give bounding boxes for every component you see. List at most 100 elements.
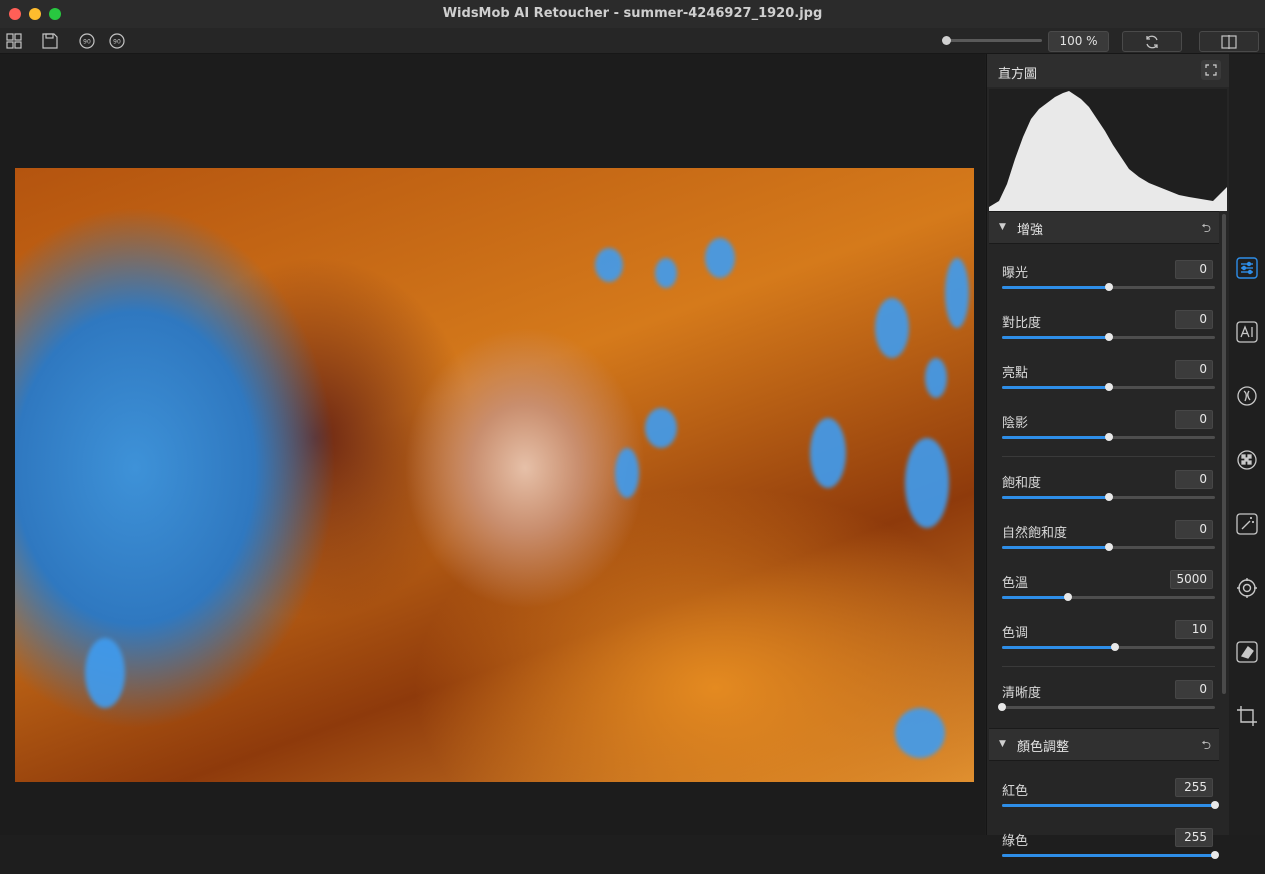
- slider-value-field[interactable]: 5000: [1170, 570, 1213, 589]
- histogram-chart: [989, 89, 1227, 211]
- zoom-level-field[interactable]: 100 %: [1048, 31, 1109, 52]
- rotate-left-label: 90: [83, 39, 91, 46]
- slider-fill: [1002, 854, 1215, 857]
- slider-row: 陰影 0: [987, 406, 1219, 456]
- zoom-slider-knob[interactable]: [942, 36, 951, 45]
- slider-knob[interactable]: [1104, 283, 1113, 291]
- color-adjust-section-title: 顏色調整: [1017, 740, 1070, 755]
- magic-wand-icon[interactable]: [1235, 512, 1259, 536]
- save-icon[interactable]: [40, 31, 60, 51]
- slider-row: 綠色 255: [987, 824, 1219, 874]
- slider-knob[interactable]: [1104, 433, 1113, 441]
- slider-value-field[interactable]: 0: [1175, 680, 1213, 699]
- slider-row: 紅色 255: [987, 774, 1219, 824]
- slider-track[interactable]: [1002, 333, 1215, 341]
- slider-track[interactable]: [1002, 643, 1215, 651]
- slider-label: 自然飽和度: [1002, 526, 1068, 541]
- histogram-header: 直方圖: [987, 54, 1229, 87]
- slider-knob[interactable]: [1211, 801, 1219, 809]
- slider-label: 飽和度: [1002, 476, 1042, 491]
- compare-split-icon: [1221, 34, 1237, 49]
- refresh-button[interactable]: [1122, 31, 1182, 52]
- slider-value-field[interactable]: 0: [1175, 520, 1213, 539]
- adjustment-panel: 直方圖 ▼ 增強 ⮌ 曝光 0 對比度 0 亮點 0 陰影 0 飽和度 0 自然飽和度 0 色溫 5000…: [986, 54, 1229, 859]
- expand-icon[interactable]: [1201, 60, 1221, 80]
- face-retouch-icon[interactable]: [1235, 384, 1259, 408]
- slider-knob[interactable]: [1110, 643, 1119, 651]
- slider-label: 色溫: [1002, 576, 1029, 591]
- slider-row: 色溫 5000: [987, 566, 1219, 616]
- slider-track[interactable]: [1002, 493, 1215, 501]
- slider-label: 曝光: [1002, 266, 1029, 281]
- title-bar: WidsMob AI Retoucher - summer-4246927_19…: [0, 0, 1265, 29]
- slider-row: 色调 10: [987, 616, 1219, 666]
- slider-fill: [1002, 546, 1109, 549]
- slider-row: 自然飽和度 0: [987, 516, 1219, 566]
- slider-knob[interactable]: [998, 703, 1006, 711]
- refresh-icon: [1146, 35, 1158, 48]
- slider-row: 飽和度 0: [987, 466, 1219, 516]
- toolbar: 90 90 100 %: [0, 28, 1265, 54]
- color-adjust-section-header[interactable]: ▼ 顏色調整 ⮌: [989, 728, 1219, 761]
- slider-label: 清晰度: [1002, 686, 1042, 701]
- rotate-right-90-icon[interactable]: 90: [107, 31, 127, 51]
- slider-value-field[interactable]: 0: [1175, 360, 1213, 379]
- grid-icon[interactable]: [4, 31, 24, 51]
- slider-track[interactable]: [998, 703, 1215, 711]
- slider-knob[interactable]: [1104, 543, 1113, 551]
- compare-split-button[interactable]: [1199, 31, 1259, 52]
- slider-row: 清晰度 0: [987, 676, 1219, 726]
- collapse-arrow-icon[interactable]: ▼: [999, 222, 1006, 232]
- slider-track[interactable]: [1002, 433, 1215, 441]
- slider-track[interactable]: [1002, 383, 1215, 391]
- histogram-title: 直方圖: [998, 67, 1038, 82]
- slider-track[interactable]: [1002, 593, 1215, 601]
- panel-scrollbar[interactable]: [1222, 214, 1226, 694]
- slider-value-field[interactable]: 10: [1175, 620, 1213, 639]
- slider-track[interactable]: [1002, 851, 1219, 859]
- zoom-slider[interactable]: [942, 36, 1042, 45]
- slider-fill: [1002, 386, 1109, 389]
- crop-icon[interactable]: [1235, 704, 1259, 728]
- slider-knob[interactable]: [1104, 333, 1113, 341]
- collapse-arrow-icon[interactable]: ▼: [999, 739, 1006, 749]
- slider-fill: [1002, 336, 1109, 339]
- image-canvas[interactable]: [0, 54, 985, 835]
- slider-value-field[interactable]: 0: [1175, 260, 1213, 279]
- slider-label: 對比度: [1002, 316, 1042, 331]
- slider-label: 綠色: [1002, 834, 1029, 849]
- noise-pattern-icon[interactable]: [1235, 448, 1259, 472]
- slider-track[interactable]: [1002, 283, 1215, 291]
- slider-label: 亮點: [1002, 366, 1029, 381]
- slider-knob[interactable]: [1104, 493, 1113, 501]
- slider-fill: [1002, 286, 1109, 289]
- rotate-left-90-icon[interactable]: 90: [77, 31, 97, 51]
- slider-value-field[interactable]: 0: [1175, 310, 1213, 329]
- enhance-section-title: 增強: [1017, 223, 1044, 238]
- slider-label: 陰影: [1002, 416, 1029, 431]
- slider-value-field[interactable]: 0: [1175, 410, 1213, 429]
- slider-track[interactable]: [1002, 543, 1215, 551]
- divider: [1002, 666, 1215, 667]
- slider-value-field[interactable]: 0: [1175, 470, 1213, 489]
- adjust-sliders-icon[interactable]: [1235, 256, 1259, 280]
- enhance-section-header[interactable]: ▼ 增強 ⮌: [989, 211, 1219, 244]
- divider: [1002, 456, 1215, 457]
- slider-knob[interactable]: [1064, 593, 1073, 601]
- slider-fill: [1002, 496, 1109, 499]
- settings-gear-icon[interactable]: [1235, 576, 1259, 600]
- slider-track[interactable]: [1002, 801, 1219, 809]
- eraser-icon[interactable]: [1235, 640, 1259, 664]
- reset-icon[interactable]: ⮌: [1201, 219, 1211, 240]
- photo-preview[interactable]: [15, 168, 974, 782]
- slider-knob[interactable]: [1104, 383, 1113, 391]
- slider-value-field[interactable]: 255: [1175, 828, 1213, 847]
- slider-value-field[interactable]: 255: [1175, 778, 1213, 797]
- slider-fill: [1002, 596, 1069, 599]
- reset-icon[interactable]: ⮌: [1201, 736, 1211, 757]
- slider-row: 亮點 0: [987, 356, 1219, 406]
- slider-row: 曝光 0: [987, 256, 1219, 306]
- ai-icon[interactable]: [1235, 320, 1259, 344]
- slider-knob[interactable]: [1211, 851, 1219, 859]
- slider-fill: [1002, 646, 1115, 649]
